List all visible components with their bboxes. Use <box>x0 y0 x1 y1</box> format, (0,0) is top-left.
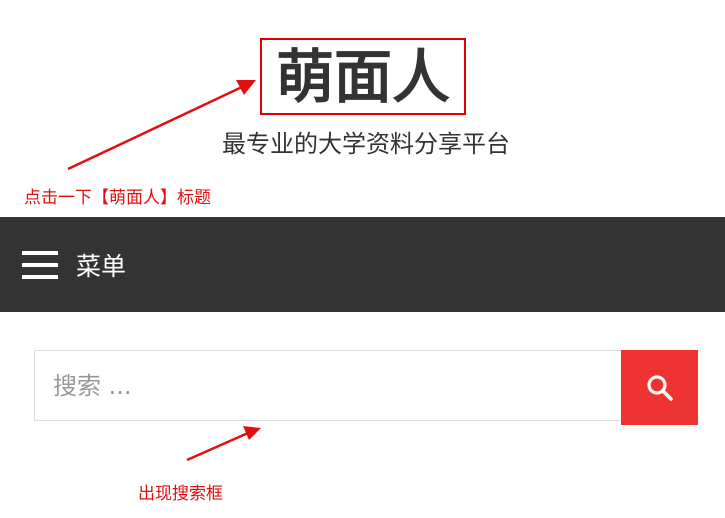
search-icon <box>646 374 673 401</box>
search-button[interactable] <box>621 350 698 425</box>
nav-bar: 菜单 <box>0 217 725 312</box>
search-input[interactable] <box>34 350 621 421</box>
page: 萌面人 最专业的大学资料分享平台 点击一下【萌面人】标题 菜单 出 <box>0 0 725 518</box>
search-form <box>34 350 698 425</box>
hamburger-icon <box>22 250 58 279</box>
site-title[interactable]: 萌面人 <box>260 38 466 115</box>
site-tagline: 最专业的大学资料分享平台 <box>222 130 510 158</box>
site-title-text: 萌面人 <box>275 42 450 111</box>
annotation-search-appears: 出现搜索框 <box>138 484 223 504</box>
annotation-click-title: 点击一下【萌面人】标题 <box>24 188 211 208</box>
menu-toggle-button[interactable]: 菜单 <box>0 217 126 312</box>
arrow-to-search <box>186 426 261 462</box>
menu-label: 菜单 <box>76 251 127 281</box>
